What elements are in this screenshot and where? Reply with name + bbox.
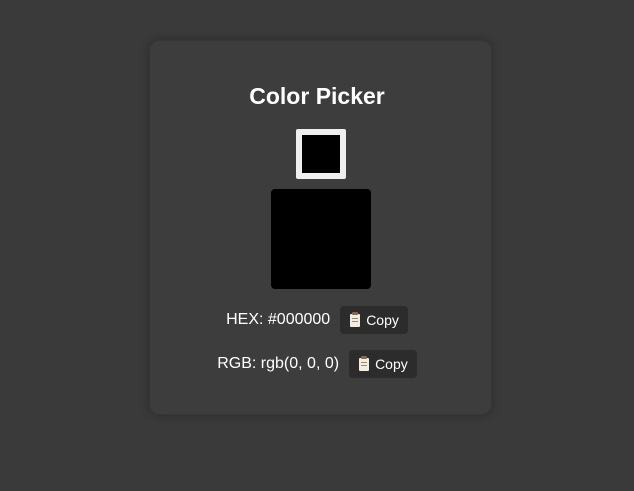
color-input[interactable]	[296, 129, 346, 179]
clipboard-icon	[350, 311, 361, 327]
rgb-value: RGB: rgb(0, 0, 0)	[217, 355, 340, 372]
clipboard-icon	[359, 355, 370, 371]
rgb-row: RGB: rgb(0, 0, 0) Copy	[0, 350, 634, 378]
hex-value: HEX: #000000	[226, 311, 331, 328]
color-input-swatch	[302, 135, 340, 173]
copy-rgb-label: Copy	[375, 356, 408, 372]
hex-row: HEX: #000000 Copy	[0, 306, 634, 334]
copy-hex-label: Copy	[366, 312, 399, 328]
page-title: Color Picker	[249, 83, 385, 109]
copy-rgb-button[interactable]: Copy	[349, 350, 417, 378]
copy-hex-button[interactable]: Copy	[340, 306, 408, 334]
color-preview	[271, 189, 371, 289]
